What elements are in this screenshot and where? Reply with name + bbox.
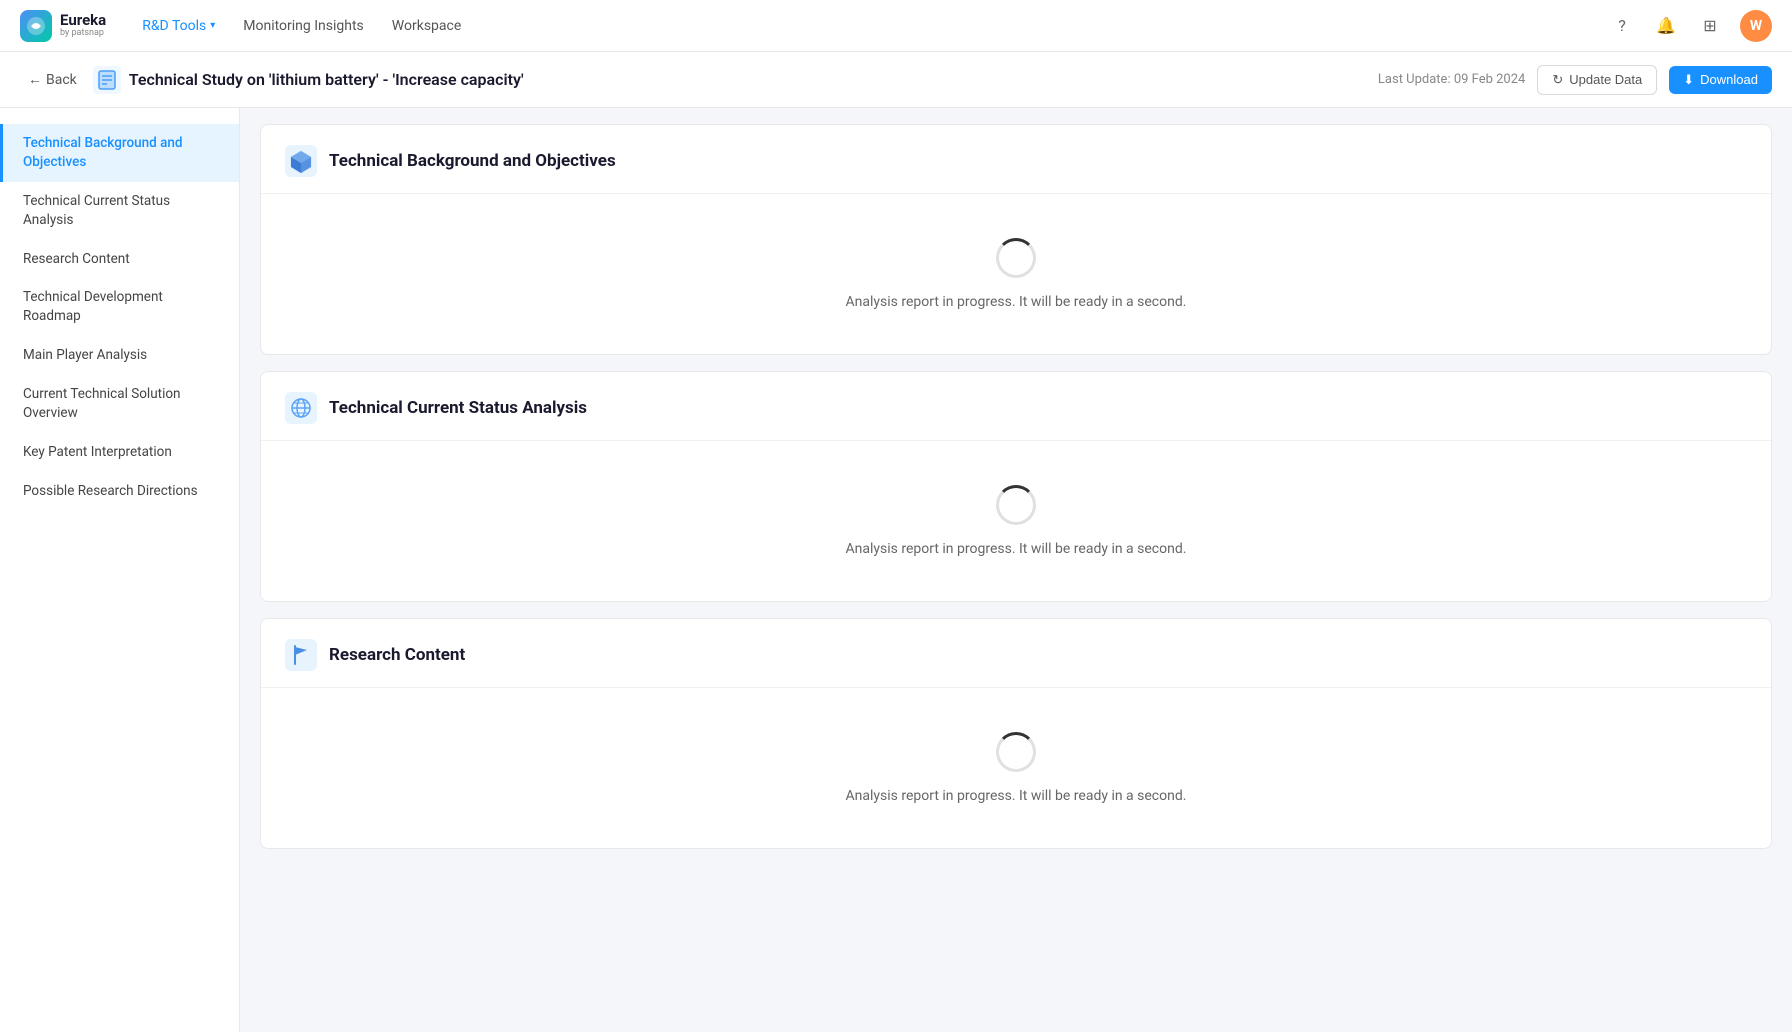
chevron-down-icon: ▾ (210, 20, 215, 31)
loading-text-1: Analysis report in progress. It will be … (846, 294, 1187, 310)
sidebar-item-tech-bg[interactable]: Technical Background and Objectives (0, 124, 239, 182)
sidebar-item-tech-current[interactable]: Technical Current Status Analysis (0, 182, 239, 240)
last-update-text: Last Update: 09 Feb 2024 (1378, 72, 1525, 87)
sidebar-item-main-player[interactable]: Main Player Analysis (0, 336, 239, 375)
sidebar-item-possible-research[interactable]: Possible Research Directions (0, 472, 239, 511)
avatar[interactable]: W (1740, 10, 1772, 42)
loading-spinner-2 (996, 485, 1036, 525)
logo-icon (20, 10, 52, 42)
logo-title: Eureka (60, 12, 106, 29)
back-button[interactable]: ← Back (20, 67, 85, 92)
section-title-research-content: Research Content (329, 645, 465, 665)
document-icon (93, 66, 121, 94)
download-button[interactable]: ⬇ Download (1669, 66, 1772, 94)
main-content: Technical Background and Objectives Anal… (240, 108, 1792, 1032)
nav-workspace[interactable]: Workspace (380, 12, 474, 40)
nav-monitoring-insights[interactable]: Monitoring Insights (231, 12, 376, 40)
loading-text-2: Analysis report in progress. It will be … (846, 541, 1187, 557)
update-data-button[interactable]: ↻ Update Data (1537, 65, 1657, 95)
logo-sub: by patsnap (60, 29, 106, 39)
bell-icon[interactable]: 🔔 (1652, 12, 1680, 40)
navbar: Eureka by patsnap R&D Tools ▾ Monitoring… (0, 0, 1792, 52)
flag-icon (285, 639, 317, 671)
refresh-icon: ↻ (1552, 72, 1563, 88)
sidebar-item-tech-dev[interactable]: Technical Development Roadmap (0, 278, 239, 336)
loading-text-3: Analysis report in progress. It will be … (846, 788, 1187, 804)
nav-rd-tools[interactable]: R&D Tools ▾ (130, 12, 227, 40)
sub-header: ← Back Technical Study on 'lithium batte… (0, 52, 1792, 108)
3d-box-icon (285, 145, 317, 177)
section-technical-current-status: Technical Current Status Analysis Analys… (260, 371, 1772, 602)
sidebar-item-research-content[interactable]: Research Content (0, 240, 239, 279)
header-actions: Last Update: 09 Feb 2024 ↻ Update Data ⬇… (1378, 65, 1772, 95)
section-title-technical-current-status: Technical Current Status Analysis (329, 398, 587, 418)
section-header-research-content: Research Content (261, 619, 1771, 688)
main-layout: Technical Background and Objectives Tech… (0, 108, 1792, 1032)
section-header-technical-current-status: Technical Current Status Analysis (261, 372, 1771, 441)
section-research-content: Research Content Analysis report in prog… (260, 618, 1772, 849)
section-title-technical-background: Technical Background and Objectives (329, 151, 616, 171)
help-icon[interactable]: ? (1608, 12, 1636, 40)
sidebar-item-current-tech-solution[interactable]: Current Technical Solution Overview (0, 375, 239, 433)
sidebar-item-key-patent[interactable]: Key Patent Interpretation (0, 433, 239, 472)
section-body-technical-current-status: Analysis report in progress. It will be … (261, 441, 1771, 601)
nav-links: R&D Tools ▾ Monitoring Insights Workspac… (130, 12, 1608, 40)
grid-icon[interactable]: ⊞ (1696, 12, 1724, 40)
logo-text: Eureka by patsnap (60, 12, 106, 38)
app-logo[interactable]: Eureka by patsnap (20, 10, 106, 42)
back-arrow-icon: ← (28, 71, 42, 88)
nav-right-actions: ? 🔔 ⊞ W (1608, 10, 1772, 42)
section-technical-background: Technical Background and Objectives Anal… (260, 124, 1772, 355)
section-body-technical-background: Analysis report in progress. It will be … (261, 194, 1771, 354)
loading-spinner-1 (996, 238, 1036, 278)
section-body-research-content: Analysis report in progress. It will be … (261, 688, 1771, 848)
section-header-technical-background: Technical Background and Objectives (261, 125, 1771, 194)
sidebar: Technical Background and Objectives Tech… (0, 108, 240, 1032)
page-title: Technical Study on 'lithium battery' - '… (129, 70, 1378, 89)
download-icon: ⬇ (1683, 72, 1694, 88)
globe-icon (285, 392, 317, 424)
loading-spinner-3 (996, 732, 1036, 772)
